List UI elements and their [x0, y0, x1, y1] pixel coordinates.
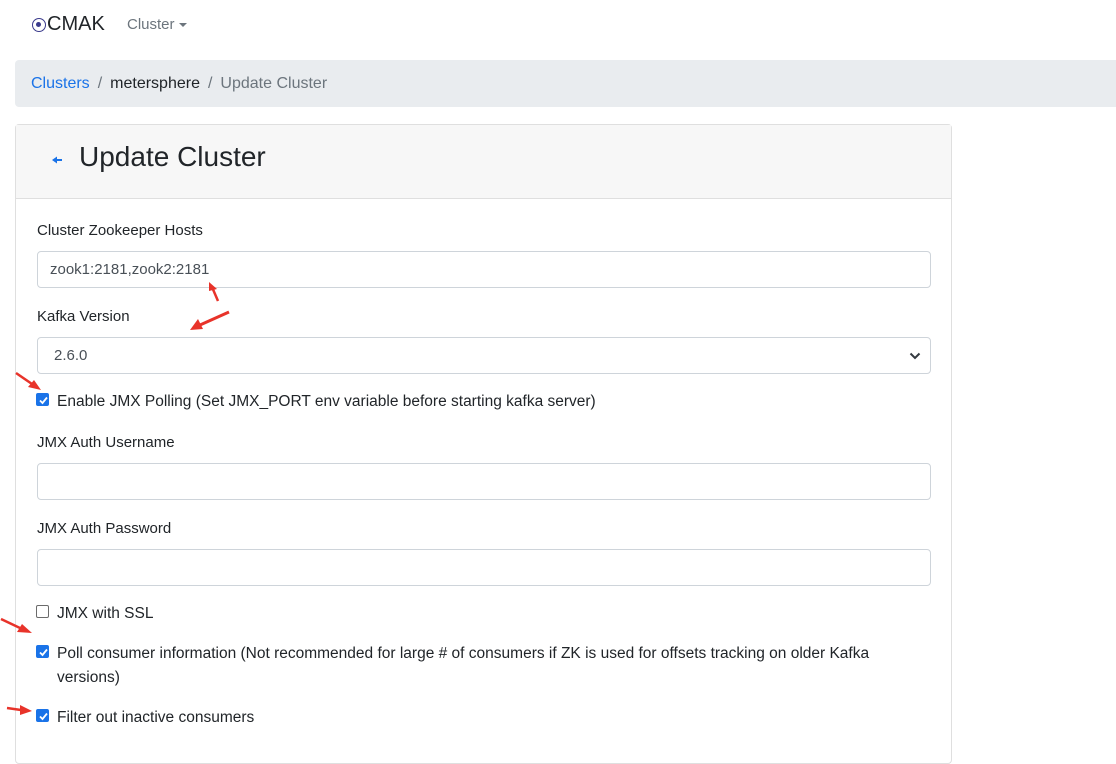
- breadcrumb-separator: /: [207, 74, 213, 92]
- enable-jmx-row: Enable JMX Polling (Set JMX_PORT env var…: [36, 390, 596, 414]
- page-title: Update Cluster: [79, 141, 266, 172]
- navbar: CMAK Cluster: [0, 0, 1116, 50]
- breadcrumb-cluster-name[interactable]: metersphere: [110, 75, 200, 93]
- jmx-ssl-checkbox[interactable]: [36, 605, 49, 618]
- jmx-username-input[interactable]: [37, 463, 931, 500]
- annotation-arrow-icon: [190, 310, 230, 330]
- target-icon: [32, 17, 46, 32]
- jmx-ssl-row: JMX with SSL: [36, 602, 153, 626]
- enable-jmx-label: Enable JMX Polling (Set JMX_PORT env var…: [57, 393, 596, 410]
- breadcrumb-clusters[interactable]: Clusters: [31, 75, 90, 93]
- poll-consumer-label-line1: Poll consumer information (Not recommend…: [57, 645, 870, 662]
- annotation-arrow-icon: [209, 282, 220, 302]
- poll-consumer-checkbox[interactable]: [36, 645, 49, 658]
- update-cluster-card: Update Cluster Cluster Zookeeper Hosts K…: [15, 124, 952, 764]
- zk-hosts-input[interactable]: [37, 251, 931, 288]
- jmx-password-input[interactable]: [37, 549, 931, 586]
- breadcrumb: Clusters / metersphere / Update Cluster: [15, 60, 1116, 107]
- filter-inactive-row: Filter out inactive consumers: [36, 706, 254, 730]
- annotation-arrow-icon: [15, 371, 41, 390]
- chevron-down-icon: [909, 352, 921, 360]
- back-arrow-icon[interactable]: [51, 154, 63, 166]
- jmx-ssl-label: JMX with SSL: [57, 605, 154, 622]
- kafka-version-select[interactable]: 2.6.0: [37, 337, 931, 374]
- kafka-version-value: 2.6.0: [54, 347, 88, 364]
- card-header: Update Cluster: [16, 125, 951, 199]
- filter-inactive-label: Filter out inactive consumers: [57, 709, 255, 726]
- breadcrumb-separator: /: [97, 74, 103, 92]
- brand-name: CMAK: [47, 13, 105, 35]
- breadcrumb-current: Update Cluster: [220, 74, 328, 92]
- poll-consumer-label: Poll consumer information (Not recommend…: [57, 642, 869, 690]
- poll-consumer-label-line2: versions): [57, 669, 120, 686]
- kafka-version-label: Kafka Version: [37, 308, 130, 325]
- annotation-arrow-icon: [0, 617, 32, 633]
- jmx-password-label: JMX Auth Password: [37, 520, 172, 537]
- enable-jmx-checkbox[interactable]: [36, 393, 49, 406]
- cluster-dropdown-label: Cluster: [127, 16, 175, 33]
- filter-inactive-checkbox[interactable]: [36, 709, 49, 722]
- jmx-username-label: JMX Auth Username: [37, 434, 175, 451]
- zk-hosts-label: Cluster Zookeeper Hosts: [37, 222, 203, 239]
- brand-link[interactable]: CMAK: [32, 13, 105, 36]
- poll-consumer-row: Poll consumer information (Not recommend…: [36, 642, 869, 690]
- cluster-dropdown[interactable]: Cluster: [127, 16, 187, 33]
- caret-down-icon: [178, 23, 187, 28]
- annotation-arrow-icon: [6, 705, 32, 715]
